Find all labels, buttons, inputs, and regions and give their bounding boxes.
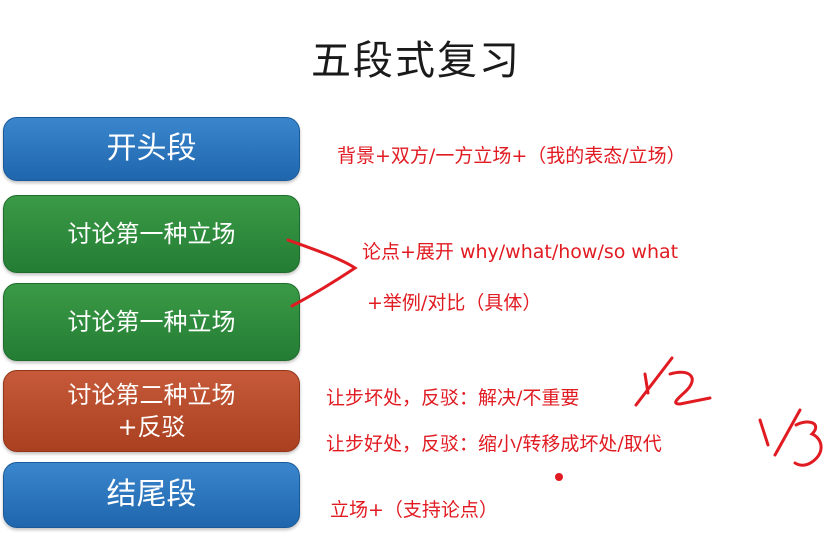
handwritten-marks bbox=[286, 238, 823, 481]
red-dot bbox=[555, 473, 563, 481]
handwritten-fraction-1-3 bbox=[758, 408, 823, 467]
handwritten-fraction-1-2 bbox=[634, 356, 712, 407]
handwritten-brace bbox=[286, 238, 358, 308]
